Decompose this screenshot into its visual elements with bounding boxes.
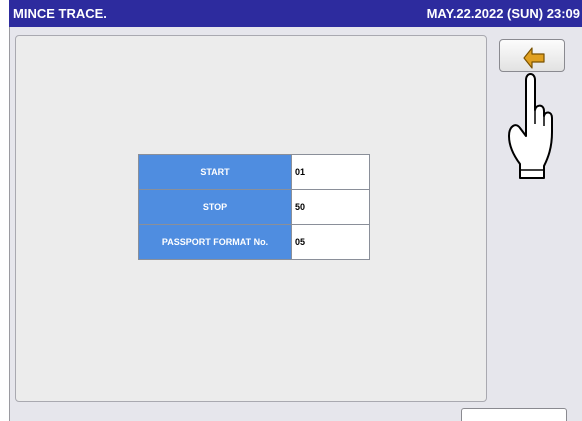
- stop-label: STOP: [138, 189, 292, 225]
- title-bar: MINCE TRACE. MAY.22.2022 (SUN) 23:09: [9, 0, 582, 27]
- table-row: STOP 50: [138, 189, 370, 225]
- trace-settings-table: START 01 STOP 50 PASSPORT FORMAT No. 05: [138, 154, 370, 260]
- passport-format-label: PASSPORT FORMAT No.: [138, 224, 292, 260]
- start-label: START: [138, 154, 292, 190]
- start-value-field[interactable]: 01: [291, 154, 370, 190]
- screen-title: MINCE TRACE.: [13, 6, 107, 21]
- table-row: START 01: [138, 154, 370, 190]
- screen: MINCE TRACE. MAY.22.2022 (SUN) 23:09 STA…: [0, 0, 582, 421]
- date-time: MAY.22.2022 (SUN) 23:09: [426, 6, 580, 21]
- table-row: PASSPORT FORMAT No. 05: [138, 224, 370, 260]
- bottom-button[interactable]: [461, 408, 567, 421]
- stop-value-field[interactable]: 50: [291, 189, 370, 225]
- back-button[interactable]: [499, 39, 565, 72]
- passport-format-value-field[interactable]: 05: [291, 224, 370, 260]
- return-arrow-icon: [523, 47, 545, 69]
